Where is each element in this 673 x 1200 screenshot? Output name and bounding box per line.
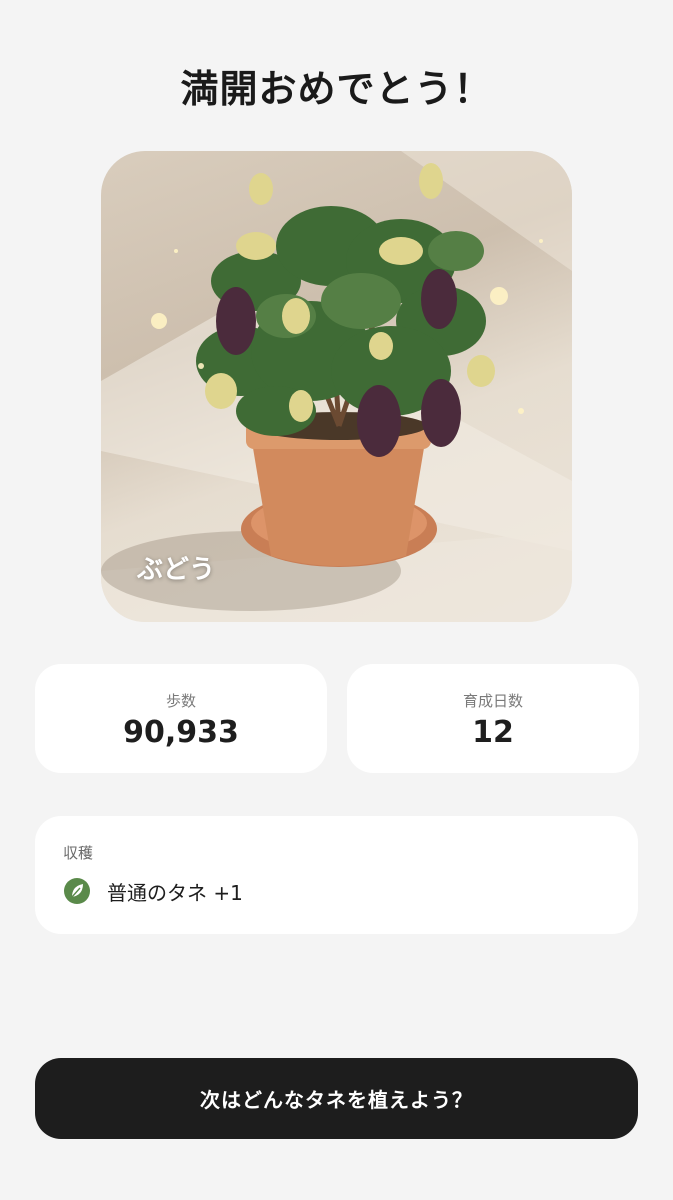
page-title: 満開おめでとう！ <box>180 67 493 111</box>
steps-label: 歩数 <box>165 692 196 710</box>
growth-days-card: 育成日数 12 <box>347 664 639 773</box>
harvest-card: 収穫 普通のタネ +1 <box>35 816 638 934</box>
next-seed-button[interactable]: 次はどんなタネを植えよう？ <box>35 1058 638 1139</box>
harvest-item-text: 普通のタネ +1 <box>107 880 243 905</box>
harvest-title: 収穫 <box>63 844 94 862</box>
plant-image: ぶどう <box>101 151 572 622</box>
growth-days-value: 12 <box>472 715 514 750</box>
plant-name: ぶどう <box>137 555 216 585</box>
harvest-item: 普通のタネ +1 <box>63 876 243 906</box>
leaf-icon <box>64 878 90 904</box>
growth-days-label: 育成日数 <box>462 692 523 710</box>
steps-card: 歩数 90,933 <box>35 664 327 773</box>
steps-value: 90,933 <box>123 715 239 750</box>
